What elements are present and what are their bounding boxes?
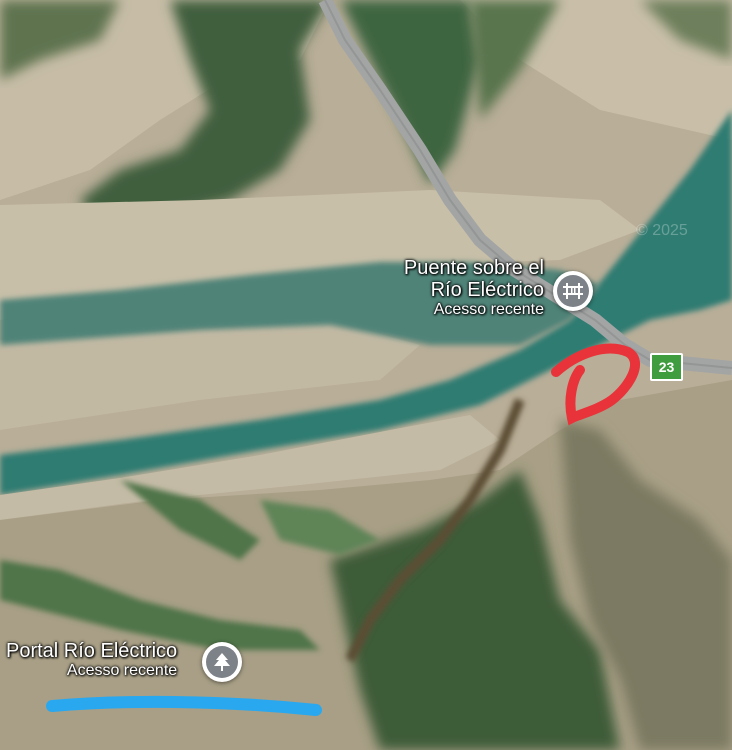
bridge-name-line2: Río Eléctrico (430, 279, 544, 301)
bridge-pin[interactable] (553, 271, 593, 311)
bridge-name-line1: Puente sobre el (403, 257, 544, 279)
bridge-label[interactable]: Puente sobre el Río Eléctrico Acesso rec… (404, 257, 544, 319)
bridge-subtitle: Acesso recente (433, 301, 544, 318)
satellite-map[interactable]: © 2025 Puente sobre el Río Eléctrico Ace… (0, 0, 732, 750)
map-watermark: © 2025 (636, 222, 688, 239)
portal-name: Portal Río Eléctrico (6, 640, 178, 662)
bridge-icon (563, 283, 583, 299)
portal-pin[interactable] (202, 642, 242, 682)
terrain-layer (0, 0, 732, 750)
tree-icon (214, 653, 230, 671)
portal-label[interactable]: Portal Río Eléctrico Acesso recente (6, 640, 177, 680)
route-23-shield[interactable]: 23 (650, 353, 683, 381)
portal-subtitle: Acesso recente (66, 662, 178, 679)
